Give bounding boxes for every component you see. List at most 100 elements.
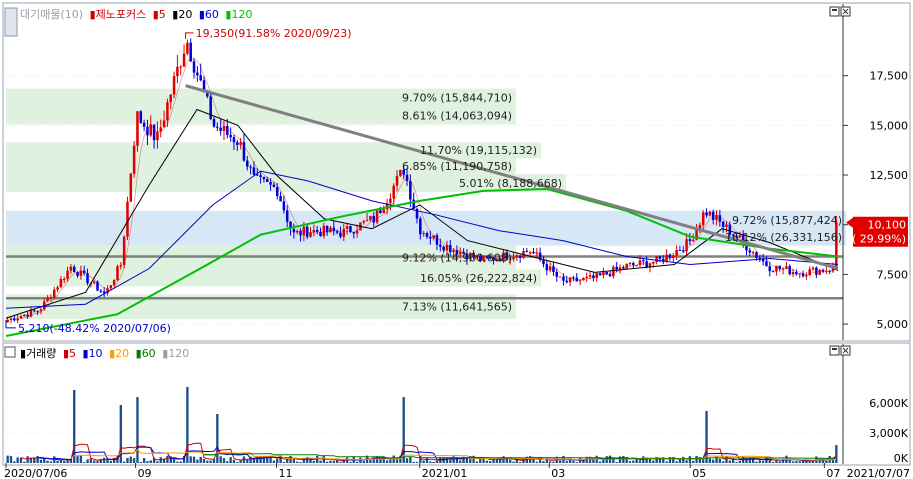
candle-body — [275, 187, 279, 197]
price-panel-maximize-button[interactable] — [829, 6, 840, 17]
volume-bar — [149, 460, 152, 463]
candle-body — [708, 211, 712, 216]
volume-bar — [46, 460, 49, 463]
volume-bar — [196, 459, 199, 463]
volume-bar — [39, 459, 43, 463]
candle-body — [139, 111, 143, 123]
volume-bar — [825, 460, 828, 463]
volume-bar — [122, 461, 126, 463]
volume-bar — [568, 460, 572, 463]
volume-bar — [768, 460, 771, 463]
y-tick-label: 17,500 — [870, 70, 909, 83]
candle-body — [419, 218, 422, 235]
volume-bar — [735, 462, 738, 463]
volume-panel-icon[interactable] — [4, 346, 16, 358]
candle-body — [369, 216, 372, 221]
candle-body — [435, 235, 439, 245]
candle-body — [632, 263, 635, 266]
candle-body — [342, 228, 346, 237]
candle-body — [92, 281, 96, 284]
volume-panel-close-button[interactable] — [840, 345, 851, 356]
candle-body — [62, 278, 66, 280]
volume-bar — [791, 461, 795, 463]
candle-body — [129, 173, 133, 202]
candle-body — [425, 233, 429, 237]
x-tick-label: 2020/07/06 — [4, 467, 67, 479]
candle-body — [232, 137, 236, 143]
price-panel-icon[interactable] — [4, 7, 18, 37]
candle-body — [638, 260, 642, 266]
candle-body — [309, 232, 312, 237]
candle-body — [335, 231, 339, 233]
candle-body — [59, 278, 63, 288]
candle-body — [572, 277, 575, 279]
volume-bar — [202, 459, 206, 463]
candle-body — [439, 244, 442, 247]
volume-panel-maximize-button[interactable] — [829, 345, 840, 356]
volume-bar — [312, 460, 316, 463]
volume-bar — [239, 460, 242, 463]
volume-bar — [712, 459, 715, 463]
volume-bar — [435, 460, 439, 463]
volume-bar — [339, 462, 342, 463]
volume-bar — [209, 460, 212, 463]
volume-bar — [322, 456, 325, 463]
volume-bar — [542, 461, 545, 463]
volume-bar — [156, 461, 159, 463]
candle-body — [815, 267, 818, 275]
volume-bar — [355, 461, 359, 463]
candle-body — [46, 297, 49, 302]
candle-body — [578, 280, 582, 282]
candle-body — [545, 264, 549, 271]
candle-body — [548, 266, 552, 271]
candle-body — [279, 196, 282, 202]
candle-body — [219, 127, 222, 131]
candle-body — [422, 233, 425, 235]
volume-bar — [103, 457, 106, 463]
volume-bar — [395, 459, 399, 463]
x-tick-label: 03 — [551, 467, 565, 479]
volume-bar — [422, 460, 425, 463]
candle-body — [69, 266, 73, 271]
volume-legend: ▮거래량 ▮5 ▮10 ▮20 ▮60 ▮120 — [20, 347, 189, 360]
volume-bar — [276, 458, 279, 463]
volume-bar — [519, 462, 522, 463]
volume-bar — [79, 455, 83, 463]
x-tick-label: 07 — [826, 467, 840, 479]
candle-body — [352, 232, 356, 234]
volume-bar — [229, 457, 232, 463]
profile-label: 16.12% (26,331,156) — [725, 231, 842, 244]
candle-body — [295, 230, 299, 233]
volume-bar — [385, 460, 389, 463]
volume-bar — [296, 461, 299, 463]
volume-bar — [405, 458, 409, 463]
price-panel-close-button[interactable] — [840, 6, 851, 17]
volume-bar — [415, 461, 419, 463]
volume-bar — [728, 460, 732, 463]
volume-bar — [199, 456, 202, 463]
candle-body — [52, 289, 56, 298]
candle-body — [658, 256, 662, 259]
volume-bar — [146, 461, 149, 463]
candle-body — [588, 275, 592, 277]
volume-bar — [109, 460, 112, 463]
volume-bar — [485, 460, 489, 463]
low-annotation-label: 5,210(-48.42% 2020/07/06) — [18, 322, 171, 335]
candle-body — [701, 212, 705, 225]
volume-bar — [808, 461, 811, 463]
volume-bar — [232, 459, 236, 463]
volume-bar — [172, 459, 176, 463]
high-annotation-label: 19,350(91.58% 2020/09/23) — [196, 27, 352, 40]
volume-bar — [189, 456, 192, 463]
candle-body — [715, 215, 718, 220]
candle-body — [562, 276, 565, 281]
volume-tick-label: 3,000K — [869, 427, 908, 440]
volume-bar — [535, 461, 538, 463]
candle-body — [26, 314, 29, 317]
candle-body — [166, 102, 169, 121]
volume-bar — [369, 459, 372, 463]
volume-bar — [675, 461, 678, 463]
candle-body — [329, 227, 332, 233]
volume-bar — [598, 461, 602, 463]
candle-body — [33, 310, 36, 312]
